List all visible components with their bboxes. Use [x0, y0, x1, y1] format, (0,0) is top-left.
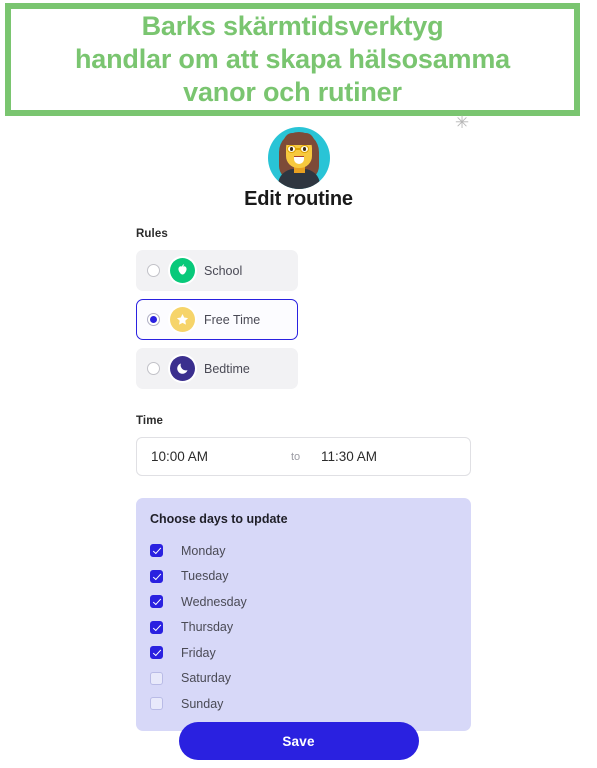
checkbox-wednesday[interactable] [150, 595, 163, 609]
day-row-friday[interactable]: Friday [136, 640, 471, 666]
day-row-wednesday[interactable]: Wednesday [136, 589, 471, 615]
time-range-field[interactable]: 10:00 AM to 11:30 AM [136, 437, 471, 476]
rule-option-label: School [204, 263, 243, 278]
rule-option-free-time[interactable]: Free Time [136, 299, 298, 340]
time-end-input[interactable]: 11:30 AM [321, 449, 377, 464]
avatar-mouth [293, 156, 304, 164]
promo-banner-text: Barks skärmtidsverktyg handlar om att sk… [75, 11, 510, 107]
avatar-glasses-bridge [295, 148, 300, 150]
time-label: Time [136, 415, 164, 427]
promo-banner: Barks skärmtidsverktyg handlar om att sk… [5, 3, 580, 116]
time-start-input[interactable]: 10:00 AM [151, 449, 291, 464]
choose-days-title: Choose days to update [150, 512, 288, 526]
rule-option-label: Bedtime [204, 361, 250, 376]
rule-option-label: Free Time [204, 312, 261, 327]
day-row-monday[interactable]: Monday [136, 538, 471, 564]
apple-icon [170, 258, 195, 283]
day-label: Monday [181, 543, 226, 558]
avatar-fringe [283, 133, 314, 145]
day-label: Saturday [181, 671, 232, 686]
time-block: Time 10:00 AM to 11:30 AM [136, 415, 471, 476]
edit-routine-form: Rules School Free Time Bedtime Time 10:0… [136, 228, 471, 731]
rules-label: Rules [136, 228, 168, 240]
day-row-tuesday[interactable]: Tuesday [136, 564, 471, 590]
checkbox-tuesday[interactable] [150, 569, 163, 583]
choose-days-panel: Choose days to update Monday Tuesday Wed… [136, 498, 471, 731]
time-separator: to [291, 450, 301, 463]
checkbox-friday[interactable] [150, 646, 163, 660]
moon-icon [170, 356, 195, 381]
page-title: Edit routine [244, 188, 353, 210]
day-label: Friday [181, 645, 216, 660]
avatar [267, 127, 330, 189]
save-button[interactable]: Save [178, 722, 419, 760]
checkbox-sunday[interactable] [150, 697, 163, 711]
avatar-container [0, 127, 597, 189]
day-label: Tuesday [181, 569, 229, 584]
day-row-saturday[interactable]: Saturday [136, 666, 471, 692]
day-label: Wednesday [181, 594, 247, 609]
day-label: Thursday [181, 620, 234, 635]
radio-free-time[interactable] [147, 313, 160, 326]
save-button-container: Save [0, 722, 597, 760]
day-row-sunday[interactable]: Sunday [136, 691, 471, 717]
rules-options-group: School Free Time Bedtime [136, 250, 471, 389]
day-row-thursday[interactable]: Thursday [136, 615, 471, 641]
rule-option-school[interactable]: School [136, 250, 298, 291]
avatar-eye-right [302, 147, 306, 151]
star-icon [170, 307, 195, 332]
watermark-asterisk-icon: ✳ [454, 113, 470, 133]
radio-bedtime[interactable] [147, 362, 160, 375]
checkbox-saturday[interactable] [150, 671, 163, 685]
radio-school[interactable] [147, 264, 160, 277]
day-label: Sunday [181, 696, 224, 711]
avatar-eye-left [289, 147, 293, 151]
rule-option-bedtime[interactable]: Bedtime [136, 348, 298, 389]
checkbox-thursday[interactable] [150, 620, 163, 634]
checkbox-monday[interactable] [150, 544, 163, 558]
